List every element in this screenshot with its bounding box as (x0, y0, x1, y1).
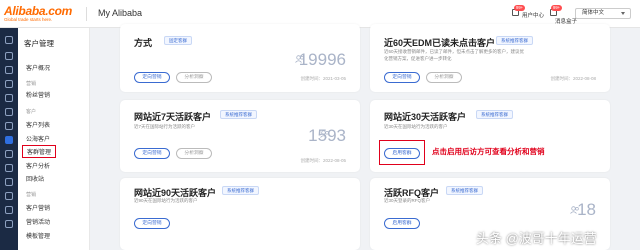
card-tag: 固定客群 (164, 36, 192, 45)
sidebar-item-fan-marketing[interactable]: 粉丝营销 (26, 90, 50, 99)
sidebar-item-public-customers[interactable]: 公海客户 (26, 134, 50, 143)
tools-icon[interactable] (5, 206, 13, 214)
chart-icon[interactable] (5, 94, 13, 102)
sidebar-item-overview[interactable]: 客户概况 (26, 63, 50, 72)
logo-text: Alibaba.com (4, 4, 73, 18)
card-title: 网站近7天活跃客户 (134, 112, 212, 122)
language-select[interactable]: 简体中文 (575, 8, 631, 19)
card-tag: 系统推荐客群 (222, 186, 259, 195)
product-icon[interactable] (5, 52, 13, 60)
card-tag: 系统推荐客群 (476, 110, 513, 119)
card-title: 方式 (134, 38, 153, 48)
card-tag: 系统推荐客群 (446, 186, 483, 195)
sidebar-item-recycle-bin[interactable]: 回收站 (26, 174, 44, 183)
segment-card: 网站近90天活跃客户 系统推荐客群 近90天在国际站行为活跃的客户 定向营销 (120, 178, 360, 250)
sidebar-group-marketing: 营销 (26, 81, 37, 87)
logo-divider (86, 7, 87, 21)
customer-count: 18 (577, 200, 596, 219)
icon-rail (0, 28, 18, 250)
analysis-insight-button[interactable]: 分析洞察 (176, 72, 212, 83)
sidebar-item-templates[interactable]: 模板管理 (26, 231, 50, 240)
language-value: 简体中文 (582, 10, 605, 16)
more-icon[interactable] (5, 220, 13, 228)
sidebar-item-customer-marketing[interactable]: 客户营销 (26, 203, 50, 212)
targeted-marketing-button[interactable]: 定向营销 (134, 218, 170, 229)
logistics-icon[interactable] (5, 150, 13, 158)
marketing-icon[interactable] (5, 108, 13, 116)
message-icon[interactable] (5, 80, 13, 88)
card-tag: 系统推荐客群 (496, 36, 533, 45)
data-icon[interactable] (5, 178, 13, 186)
service-icon[interactable] (5, 192, 13, 200)
order-icon[interactable] (5, 66, 13, 74)
customer-count: 1593 (308, 126, 346, 145)
created-time: 创建时间：2022-08-08 (550, 76, 596, 81)
card-title: 网站近30天活跃客户 (384, 112, 467, 122)
card-description: 近7天在国际站行为活跃的客户 (134, 124, 196, 129)
analysis-insight-button[interactable]: 分析洞察 (426, 72, 462, 83)
chevron-down-icon (621, 12, 625, 15)
customer-count: 19996 (298, 50, 346, 69)
card-title: 近60天EDM已读未点击客户 (384, 38, 496, 48)
highlight-box (379, 140, 425, 165)
targeted-marketing-button[interactable]: 定向营销 (134, 72, 170, 83)
segment-card: 网站近7天活跃客户 系统推荐客群 近7天在国际站行为活跃的客户 1593 定向营… (120, 100, 360, 172)
alibaba-logo[interactable]: Alibaba.com Global trade starts here. (4, 4, 78, 24)
sidebar-title: 客户管理 (24, 39, 54, 48)
user-center-link[interactable]: 用户中心 (522, 11, 544, 19)
sidebar-item-customer-analysis[interactable]: 客户分析 (26, 161, 50, 170)
segment-card: 近60天EDM已读未点击客户 系统推荐客群 近60天接收营销邮件，已读了邮件，但… (370, 24, 610, 92)
sidebar-item-campaigns[interactable]: 营销活动 (26, 217, 50, 226)
sidebar: 客户管理 客户概况 营销 粉丝营销 客户 客户列表 公海客户 客群管理 客户分析… (18, 28, 90, 250)
targeted-marketing-button[interactable]: 定向营销 (134, 148, 170, 159)
enable-segment-button[interactable]: 启用客群 (384, 218, 420, 229)
customer-icon[interactable] (5, 136, 13, 144)
created-time: 创建时间：2022-08-05 (300, 158, 346, 163)
annotation-text: 点击启用后访方可查看分析和营销 (432, 147, 545, 156)
card-tag: 系统推荐客群 (220, 110, 257, 119)
home-icon[interactable] (5, 36, 13, 44)
app-title: My Alibaba (98, 8, 143, 18)
card-description: 近30天在国际站行为活跃的客户 (384, 124, 448, 129)
card-description: 近30天登录的RFQ客户 (384, 198, 431, 203)
sidebar-group-marketing-2: 营销 (26, 192, 37, 198)
sidebar-item-customer-list[interactable]: 客户列表 (26, 120, 50, 129)
settings-icon[interactable] (5, 164, 13, 172)
segment-card: 方式 固定客群 19996 定向营销 分析洞察 创建时间：2021-03-05 (120, 24, 360, 92)
analysis-insight-button[interactable]: 分析洞察 (176, 148, 212, 159)
card-description: 近90天在国际站行为活跃的客户 (134, 198, 198, 203)
message-box-badge: 99+ (551, 5, 563, 11)
watermark: 头条 @波哥十年运营 (476, 231, 597, 246)
card-description: 近60天接收营销邮件，已读了邮件，但未点击了解更多的客户，建议优化营销方案，促进… (384, 49, 525, 61)
sidebar-group-customers: 客户 (26, 109, 37, 115)
targeted-marketing-button[interactable]: 定向营销 (384, 72, 420, 83)
sidebar-item-segment-management[interactable]: 客群管理 (22, 145, 57, 158)
finance-icon[interactable] (5, 122, 13, 130)
created-time: 创建时间：2021-03-05 (300, 76, 346, 81)
